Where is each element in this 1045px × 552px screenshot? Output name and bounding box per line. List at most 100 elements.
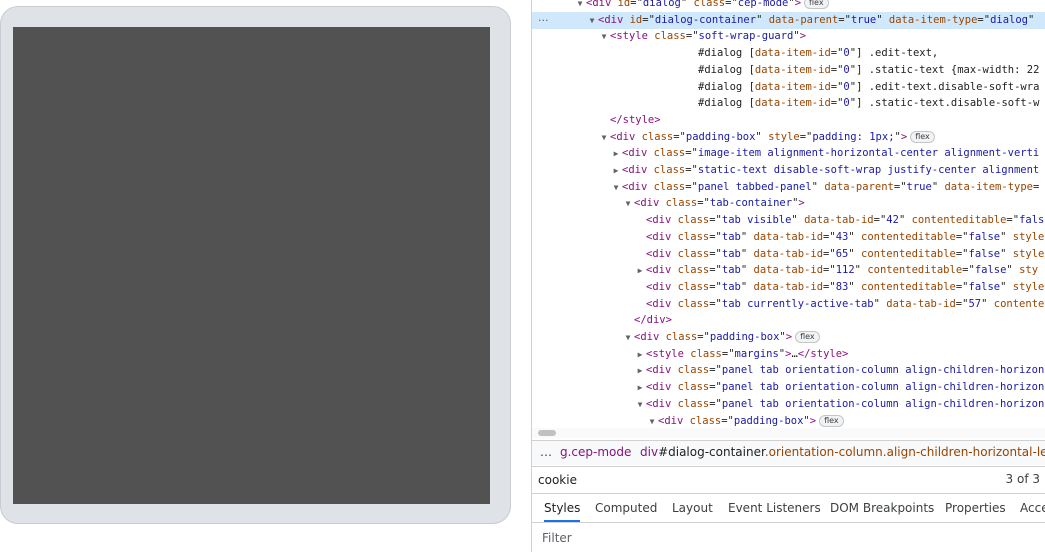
dom-token: class (693, 0, 726, 9)
dom-token: tab (721, 230, 741, 243)
dom-token: " (680, 0, 694, 9)
expanded-triangle-icon[interactable]: ▼ (646, 413, 658, 429)
dom-token: =" (709, 247, 722, 260)
flex-badge[interactable]: flex (804, 0, 829, 9)
collapsed-triangle-icon[interactable]: ▶ (634, 262, 646, 279)
dom-token: contenteditable (861, 247, 956, 260)
expanded-triangle-icon[interactable]: ▼ (586, 12, 598, 29)
dom-token: dialog (990, 13, 1028, 26)
tab-properties[interactable]: Properties (945, 494, 1006, 522)
dom-node-row[interactable]: ▼ <style class="soft-wrap-guard"> (532, 28, 1045, 45)
dom-node-row[interactable]: ▼ <div class="tab-container"> (532, 195, 1045, 212)
dom-token: soft-wrap-guard (698, 30, 794, 43)
dom-node-row[interactable]: </style> (532, 112, 1045, 129)
tab-acce[interactable]: Acce (1020, 494, 1045, 522)
more-options-icon[interactable]: ··· (538, 12, 549, 29)
dom-token: data-item-type (944, 180, 1033, 193)
dom-node-row[interactable]: </div> (532, 312, 1045, 329)
dom-token: =" (709, 397, 722, 410)
dom-token: </div> (634, 314, 672, 327)
horizontal-scrollbar[interactable] (532, 428, 1045, 438)
expanded-triangle-icon[interactable]: ▼ (598, 28, 610, 45)
breadcrumb-item-cep-mode[interactable]: g.cep-mode (560, 441, 631, 464)
flex-badge[interactable]: flex (910, 130, 935, 143)
tab-dom-breakpoints[interactable]: DOM Breakpoints (830, 494, 934, 522)
dom-token: class (677, 297, 710, 310)
dom-node-row[interactable]: ▼ <div class="padding-box"> flex (532, 329, 1045, 346)
dom-token: data-tab-id (804, 214, 874, 227)
tab-computed[interactable]: Computed (595, 494, 657, 522)
dom-token: <div (646, 364, 678, 377)
styles-filter-input[interactable] (540, 528, 1024, 548)
expanded-triangle-icon[interactable]: ▼ (574, 0, 586, 12)
dom-search-input[interactable] (536, 470, 980, 490)
dom-node-row[interactable]: ▼ <div id="dialog" class="cep-mode"> flex (532, 0, 1045, 12)
dom-node-row[interactable]: ▶ <div class="static-text disable-soft-wr… (532, 162, 1045, 179)
dom-token: =" (823, 264, 836, 277)
collapsed-triangle-icon[interactable]: ▶ (634, 362, 646, 379)
expanded-triangle-icon[interactable]: ▼ (598, 129, 610, 146)
dom-token: =" (823, 230, 836, 243)
dom-token: =" (642, 13, 655, 26)
dom-token: data-item-id (754, 63, 831, 76)
dom-token: =" (685, 30, 699, 43)
dom-node-row[interactable]: ▼ <div class="panel tabbed-panel" data-pa… (532, 179, 1045, 196)
dom-node-row[interactable]: #dialog [data-item-id="0"] .static-text.… (532, 95, 1045, 112)
dom-token: > (809, 414, 817, 427)
expanded-triangle-icon[interactable]: ▼ (634, 396, 646, 413)
dom-token: contenteditable (911, 214, 1007, 227)
dom-node-row[interactable]: #dialog [data-item-id="0"] .edit-text, (532, 45, 1045, 62)
tab-layout[interactable]: Layout (672, 494, 713, 522)
dom-node-row[interactable]: ▶ <style class="margins">…</style> (532, 346, 1045, 363)
breadcrumb-item-dialog-container[interactable]: div#dialog-container.orientation-column.… (640, 441, 1045, 464)
scrollbar-thumb[interactable] (538, 430, 556, 436)
dom-node-row[interactable]: ▶ <div class="image-item alignment-horizo… (532, 145, 1045, 162)
collapsed-triangle-icon[interactable]: ▶ (610, 145, 622, 162)
dom-node-row[interactable]: ▶ <div class="panel tab orientation-colum… (532, 362, 1045, 379)
dom-token: style (1012, 247, 1045, 260)
dom-token: padding: 1px; (812, 130, 895, 143)
dom-node-row[interactable]: <div class="tab currently-active-tab" da… (532, 296, 1045, 313)
dom-node-row[interactable]: ▶ <div class="tab" data-tab-id="112" cont… (532, 262, 1045, 279)
dom-node-row[interactable]: ▶ <div class="panel tab orientation-colum… (532, 379, 1045, 396)
dom-node-row[interactable]: ▼ <div class="padding-box" style="padding… (532, 129, 1045, 146)
dom-token: style (768, 130, 800, 143)
elements-dom-tree[interactable]: ▼ <div id="dialog" class="cep-mode"> flex ·… (532, 0, 1045, 428)
dom-token: <div (646, 264, 678, 277)
dom-token: .edit-text, (868, 47, 939, 60)
dom-node-row[interactable]: <div class="tab visible" data-tab-id="42… (532, 212, 1045, 229)
devtools-panel: ▼ <div id="dialog" class="cep-mode"> flex ·… (531, 0, 1045, 552)
dom-token: <div (634, 331, 666, 343)
dom-token: 65 (835, 247, 849, 260)
dom-node-row[interactable]: <div class="tab" data-tab-id="43" conten… (532, 229, 1045, 246)
dom-token: #dialog [ (698, 63, 755, 76)
dom-token: panel tab orientation-column align-child… (721, 381, 1045, 394)
dom-token: <div (598, 13, 630, 26)
dom-token: image-item alignment-horizontal-center a… (697, 147, 1040, 160)
dom-node-row[interactable]: ··· ▼ <div id="dialog-container" data-pare… (532, 11, 1045, 29)
dom-node-row[interactable]: #dialog [data-item-id="0"] .edit-text.di… (532, 79, 1045, 96)
dom-node-row[interactable]: #dialog [data-item-id="0"] .static-text … (532, 62, 1045, 79)
collapsed-triangle-icon[interactable]: ▶ (634, 379, 646, 396)
dom-node-row[interactable]: ▼ <div class="panel tab orientation-colum… (532, 396, 1045, 413)
dom-token: #dialog [ (698, 47, 755, 60)
collapsed-triangle-icon[interactable]: ▶ (610, 162, 622, 179)
dom-node-row[interactable]: ▼ <div class="padding-box"> flex (532, 413, 1045, 429)
dom-token: =" (830, 97, 844, 110)
dom-token: =" (830, 80, 844, 93)
dom-token: =" (962, 264, 975, 277)
collapsed-triangle-icon[interactable]: ▶ (634, 346, 646, 363)
flex-badge[interactable]: flex (795, 331, 820, 343)
expanded-triangle-icon[interactable]: ▼ (610, 179, 622, 196)
dom-token: contenteditable (861, 280, 956, 293)
dom-token: 42 (886, 214, 899, 227)
breadcrumb-more-icon[interactable]: … (540, 441, 552, 464)
dom-node-row[interactable]: <div class="tab" data-tab-id="83" conten… (532, 279, 1045, 296)
flex-badge[interactable]: flex (819, 414, 844, 427)
tab-styles[interactable]: Styles (544, 494, 581, 522)
tab-event-listeners[interactable]: Event Listeners (728, 494, 821, 522)
dom-node-row[interactable]: <div class="tab" data-tab-id="65" conten… (532, 246, 1045, 263)
dom-token: class (665, 197, 698, 210)
expanded-triangle-icon[interactable]: ▼ (622, 329, 634, 346)
expanded-triangle-icon[interactable]: ▼ (622, 195, 634, 212)
